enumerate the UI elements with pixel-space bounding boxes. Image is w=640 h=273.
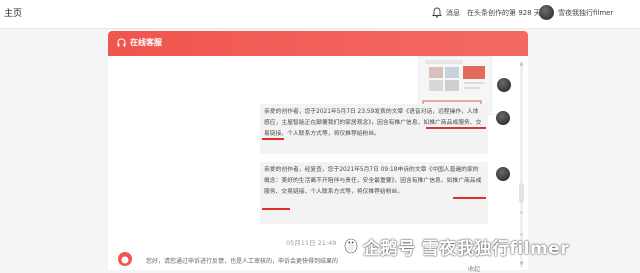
sender-avatar	[496, 167, 510, 181]
fold-button[interactable]: 收起	[468, 264, 480, 273]
top-bar: 主页 消息 在头条创作的第 928 天 雪夜我独行filmer	[0, 0, 640, 29]
message-timestamp: 05月11日 21:49	[286, 239, 337, 247]
scroll-thumb[interactable]	[519, 183, 524, 203]
scroll-down-icon[interactable]: ▼	[518, 261, 525, 267]
highlight-underline	[426, 127, 486, 129]
message-text: 亲爱的创作者，经复查，您于2021年5月7日 09:18申诉的文章《中国人普遍的…	[264, 167, 482, 195]
chat-title: 在线客服	[130, 38, 162, 47]
message-bubble: 亲爱的创作者，经复查，您于2021年5月7日 09:18申诉的文章《中国人普遍的…	[260, 162, 488, 224]
message-text: 亲爱的创作者，您于2021年5月7日 23:59发表的文章《语音对话，远程操作，…	[264, 109, 482, 137]
scroll-up-icon[interactable]: ▲	[518, 61, 525, 67]
penguin-logo-icon	[344, 238, 358, 254]
messages-link[interactable]: 消息	[446, 8, 460, 18]
username[interactable]: 雪夜我独行filmer	[558, 8, 613, 18]
scroll-marker	[520, 211, 523, 214]
chat-header: 在线客服	[108, 31, 528, 56]
service-avatar	[118, 252, 132, 266]
service-logo-icon	[121, 256, 129, 264]
watermark: 企鹅号 雪夜我独行filmer	[363, 239, 570, 259]
user-avatar[interactable]	[539, 5, 554, 20]
highlight-underline	[262, 208, 290, 210]
service-reply-text: 您好，请您通过申诉进行反馈，也是人工审核的，申诉会更快得到结果的	[146, 258, 339, 265]
home-link[interactable]: 主页	[4, 6, 22, 19]
highlight-underline	[262, 138, 284, 140]
highlight-underline	[453, 197, 486, 199]
message-bubble: 亲爱的创作者，您于2021年5月7日 23:59发表的文章《语音对话，远程操作，…	[260, 104, 488, 154]
bell-icon[interactable]	[432, 7, 442, 18]
sender-avatar	[497, 78, 511, 92]
sender-avatar	[496, 111, 510, 125]
headset-icon	[117, 38, 126, 47]
creation-days: 在头条创作的第 928 天	[467, 9, 541, 17]
